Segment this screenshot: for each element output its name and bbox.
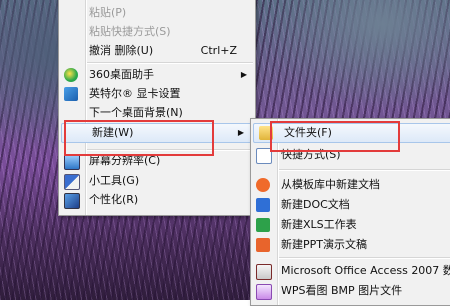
menu-item-undo-delete[interactable]: 撤消 删除(U) Ctrl+Z	[59, 41, 255, 61]
bmp-label: WPS看图 BMP 图片文件	[281, 284, 403, 297]
access-label: Microsoft Office Access 2007 数据	[281, 264, 450, 277]
new-ppt-label: 新建PPT演示文稿	[281, 238, 367, 251]
menu-item-intel-graphics[interactable]: 英特尔® 显卡设置	[59, 84, 255, 104]
access-icon	[256, 264, 272, 280]
personalize-icon	[64, 193, 80, 209]
360-desktop-label: 360桌面助手	[89, 68, 154, 81]
menu-item-screen-resolution[interactable]: 屏幕分辨率(C)	[59, 151, 255, 171]
gadgets-label: 小工具(G)	[89, 174, 140, 187]
new-doc-label: 新建DOC文档	[281, 198, 350, 211]
menu-item-new[interactable]: 新建(W) ▶	[61, 123, 253, 143]
submenu-arrow-icon: ▶	[240, 70, 247, 79]
wps-spreadsheet-icon	[256, 218, 270, 232]
submenu-item-shortcut[interactable]: 快捷方式(S)	[251, 145, 450, 165]
new-submenu: 文件夹(F) 快捷方式(S) 从模板库中新建文档 新建DOC文档 新建XLS工作…	[250, 118, 450, 306]
menu-item-360-desktop[interactable]: 360桌面助手 ▶	[59, 65, 255, 85]
wps-writer-icon	[256, 198, 270, 212]
submenu-item-new-ppt[interactable]: 新建PPT演示文稿	[251, 235, 450, 255]
next-background-label: 下一个桌面背景(N)	[89, 106, 183, 119]
folder-label: 文件夹(F)	[284, 126, 332, 139]
submenu-item-bmp[interactable]: WPS看图 BMP 图片文件	[251, 281, 450, 301]
submenu-item-template-library[interactable]: 从模板库中新建文档	[251, 175, 450, 195]
menu-item-gadgets[interactable]: 小工具(G)	[59, 171, 255, 191]
submenu-arrow-icon: ▶	[237, 128, 244, 137]
submenu-item-new-xls[interactable]: 新建XLS工作表	[251, 215, 450, 235]
submenu-item-folder[interactable]: 文件夹(F)	[253, 123, 450, 143]
intel-graphics-icon	[64, 87, 78, 101]
shortcut-icon	[256, 148, 272, 164]
undo-delete-label: 撤消 删除(U)	[89, 44, 154, 57]
paste-label: 粘贴(P)	[89, 6, 127, 19]
personalize-label: 个性化(R)	[89, 193, 139, 206]
shortcut-label: 快捷方式(S)	[281, 148, 341, 161]
bmp-image-icon	[256, 284, 272, 300]
template-library-label: 从模板库中新建文档	[281, 178, 380, 191]
menu-item-personalize[interactable]: 个性化(R)	[59, 190, 255, 210]
new-label: 新建(W)	[92, 126, 134, 139]
menu-item-paste[interactable]: 粘贴(P)	[59, 3, 255, 23]
screen-resolution-label: 屏幕分辨率(C)	[89, 154, 161, 167]
submenu-item-access[interactable]: Microsoft Office Access 2007 数据	[251, 261, 450, 281]
display-icon	[64, 154, 80, 170]
submenu-item-new-doc[interactable]: 新建DOC文档	[251, 195, 450, 215]
desktop-context-menu: 粘贴(P) 粘贴快捷方式(S) 撤消 删除(U) Ctrl+Z 360桌面助手 …	[58, 0, 256, 216]
wps-template-icon	[256, 178, 270, 192]
new-xls-label: 新建XLS工作表	[281, 218, 357, 231]
menu-item-paste-shortcut[interactable]: 粘贴快捷方式(S)	[59, 22, 255, 42]
menu-item-next-background[interactable]: 下一个桌面背景(N)	[59, 103, 255, 123]
undo-shortcut-text: Ctrl+Z	[200, 44, 237, 57]
paste-shortcut-label: 粘贴快捷方式(S)	[89, 25, 171, 38]
intel-graphics-label: 英特尔® 显卡设置	[89, 87, 181, 100]
360-icon	[64, 68, 78, 82]
folder-icon	[259, 126, 273, 140]
gadgets-icon	[64, 174, 80, 190]
wps-presentation-icon	[256, 238, 270, 252]
